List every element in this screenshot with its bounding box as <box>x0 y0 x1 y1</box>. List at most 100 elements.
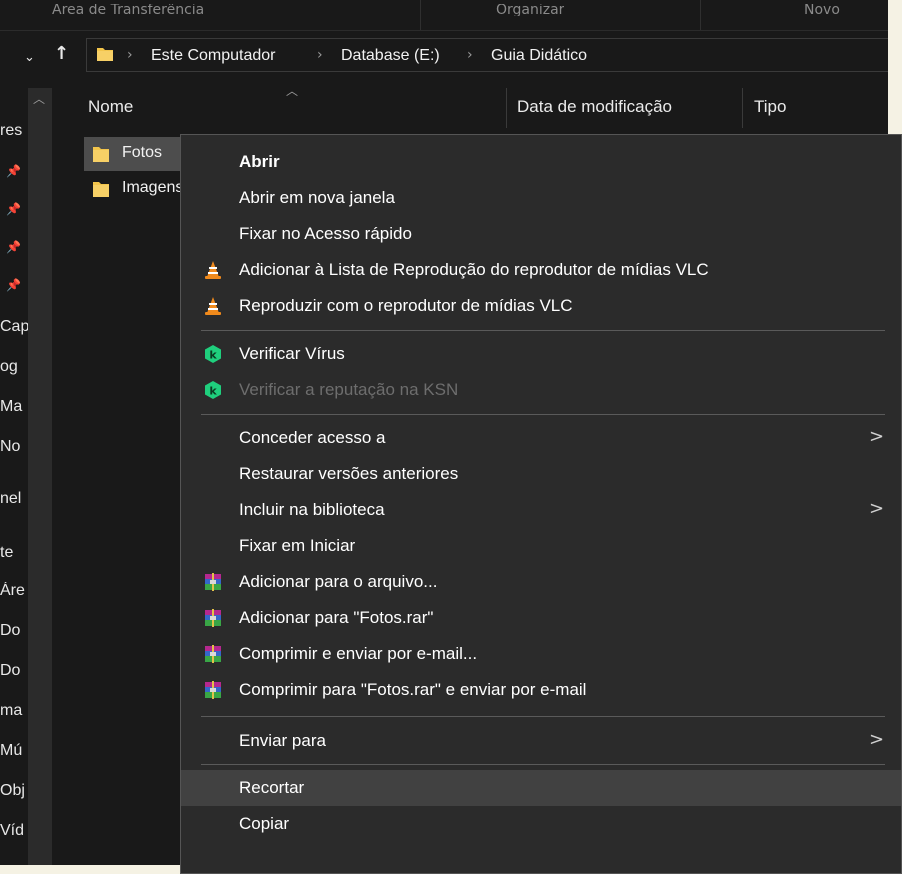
menu-item-winrar-add-fotos-rar[interactable]: Adicionar para "Fotos.rar" <box>181 600 901 636</box>
ribbon-group-clipboard: Área de Transferência <box>52 4 205 16</box>
breadcrumb-guia-didatico[interactable]: Guia Didático <box>491 47 587 65</box>
menu-item-label: Restaurar versões anteriores <box>239 464 459 483</box>
submenu-arrow-icon: > <box>869 498 885 519</box>
nav-item[interactable]: Mú <box>0 742 28 760</box>
nav-item[interactable]: te <box>0 544 28 562</box>
nav-item[interactable]: og <box>0 358 28 376</box>
address-row: ⌄ ↑ › Este Computador › Database (E:) › … <box>0 38 888 74</box>
menu-separator <box>201 414 885 415</box>
column-type[interactable]: Tipo <box>754 97 786 117</box>
submenu-arrow-icon: > <box>869 729 885 750</box>
file-name: Fotos <box>122 144 163 161</box>
menu-item-conceder-acesso[interactable]: Conceder acesso a > <box>181 420 901 456</box>
file-row-imagens[interactable]: Imagens <box>84 172 184 206</box>
winrar-icon <box>205 573 221 591</box>
chevron-down-icon[interactable]: ⌄ <box>24 48 35 68</box>
nav-item[interactable]: Do <box>0 662 28 680</box>
column-divider[interactable] <box>506 88 507 128</box>
breadcrumb-separator: › <box>317 47 323 63</box>
menu-item-label: Conceder acesso a <box>239 428 386 447</box>
menu-item-label: Comprimir para "Fotos.rar" e enviar por … <box>239 680 587 699</box>
menu-item-enviar-para[interactable]: Enviar para > <box>181 723 901 759</box>
column-date-modified[interactable]: Data de modificação <box>517 97 672 117</box>
menu-separator <box>201 716 885 717</box>
menu-item-label: Comprimir e enviar por e-mail... <box>239 644 478 663</box>
menu-item-label: Incluir na biblioteca <box>239 500 385 519</box>
winrar-icon <box>205 681 221 699</box>
svg-text:k: k <box>209 349 217 362</box>
menu-item-label: Adicionar à Lista de Reprodução do repro… <box>239 260 709 279</box>
svg-text:k: k <box>209 385 217 398</box>
breadcrumb-separator: › <box>127 47 133 63</box>
column-divider[interactable] <box>742 88 743 128</box>
menu-item-label: Fixar em Iniciar <box>239 536 356 555</box>
nav-item[interactable]: Áre <box>0 582 28 600</box>
menu-item-winrar-compress-fotos-email[interactable]: Comprimir para "Fotos.rar" e enviar por … <box>181 672 901 708</box>
ribbon-divider <box>420 0 421 30</box>
menu-item-label: Verificar Vírus <box>239 344 345 363</box>
breadcrumb-separator: › <box>467 47 473 63</box>
kaspersky-icon: k <box>205 345 221 363</box>
menu-item-vlc-add-playlist[interactable]: Adicionar à Lista de Reprodução do repro… <box>181 252 901 288</box>
menu-item-restaurar-versoes[interactable]: Restaurar versões anteriores <box>181 456 901 492</box>
menu-item-copiar[interactable]: Copiar <box>181 806 901 842</box>
scroll-up-icon[interactable]: ︿ <box>33 90 45 107</box>
menu-separator <box>201 764 885 765</box>
menu-item-label: Copiar <box>239 814 290 833</box>
menu-item-fixar-iniciar[interactable]: Fixar em Iniciar <box>181 528 901 564</box>
menu-item-verificar-ksn: k Verificar a reputação na KSN <box>181 372 901 408</box>
menu-item-recortar[interactable]: Recortar <box>181 770 901 806</box>
pin-icon: 📌 <box>6 240 21 254</box>
context-menu: Abrir Abrir em nova janela Fixar no Aces… <box>180 134 902 874</box>
menu-item-winrar-add-archive[interactable]: Adicionar para o arquivo... <box>181 564 901 600</box>
file-name: Imagens <box>122 179 184 196</box>
nav-item[interactable]: Obj <box>0 782 28 800</box>
winrar-icon <box>205 645 221 663</box>
menu-item-verificar-virus[interactable]: k Verificar Vírus <box>181 336 901 372</box>
menu-item-label: Abrir <box>239 152 280 171</box>
ribbon-group-labels: Área de Transferência Organizar Novo <box>0 0 888 31</box>
nav-item[interactable]: Ma <box>0 398 28 416</box>
breadcrumb-this-pc[interactable]: Este Computador <box>151 47 276 65</box>
winrar-icon <box>205 609 221 627</box>
kaspersky-icon: k <box>205 381 221 399</box>
nav-scrollbar[interactable]: ︿ <box>28 88 52 865</box>
ribbon-divider <box>700 0 701 30</box>
menu-item-abrir[interactable]: Abrir <box>181 144 901 180</box>
nav-item[interactable]: ma <box>0 702 28 720</box>
column-name[interactable]: Nome <box>88 97 133 117</box>
folder-icon <box>93 182 109 197</box>
file-row-fotos[interactable]: Fotos <box>84 137 184 171</box>
submenu-arrow-icon: > <box>869 426 885 447</box>
pin-icon: 📌 <box>6 202 21 216</box>
menu-item-winrar-compress-email[interactable]: Comprimir e enviar por e-mail... <box>181 636 901 672</box>
menu-item-label: Fixar no Acesso rápido <box>239 224 412 243</box>
nav-item[interactable]: No <box>0 438 28 456</box>
nav-item[interactable]: Cap <box>0 318 28 336</box>
column-header: ︿ Nome Data de modificação Tipo <box>56 84 888 128</box>
address-bar[interactable]: › Este Computador › Database (E:) › Guia… <box>86 38 888 72</box>
pin-icon: 📌 <box>6 164 21 178</box>
nav-item[interactable]: nel <box>0 490 28 508</box>
nav-item[interactable]: res <box>0 122 28 140</box>
menu-item-incluir-biblioteca[interactable]: Incluir na biblioteca > <box>181 492 901 528</box>
vlc-cone-icon <box>205 297 221 315</box>
menu-item-label: Recortar <box>239 778 305 797</box>
menu-item-vlc-play[interactable]: Reproduzir com o reprodutor de mídias VL… <box>181 288 901 324</box>
ribbon-group-new: Novo <box>804 4 840 16</box>
up-arrow-icon[interactable]: ↑ <box>54 44 69 64</box>
menu-item-label: Enviar para <box>239 731 326 750</box>
nav-item[interactable]: Víd <box>0 822 28 840</box>
menu-item-label: Abrir em nova janela <box>239 188 395 207</box>
pin-icon: 📌 <box>6 278 21 292</box>
menu-item-label: Adicionar para o arquivo... <box>239 572 438 591</box>
folder-icon <box>93 147 109 162</box>
menu-item-label: Reproduzir com o reprodutor de mídias VL… <box>239 296 573 315</box>
menu-item-abrir-nova-janela[interactable]: Abrir em nova janela <box>181 180 901 216</box>
nav-item[interactable]: Do <box>0 622 28 640</box>
menu-separator <box>201 330 885 331</box>
menu-item-fixar-acesso-rapido[interactable]: Fixar no Acesso rápido <box>181 216 901 252</box>
breadcrumb-database-e[interactable]: Database (E:) <box>341 47 440 65</box>
vlc-cone-icon <box>205 261 221 279</box>
ribbon-group-organize: Organizar <box>496 4 565 16</box>
